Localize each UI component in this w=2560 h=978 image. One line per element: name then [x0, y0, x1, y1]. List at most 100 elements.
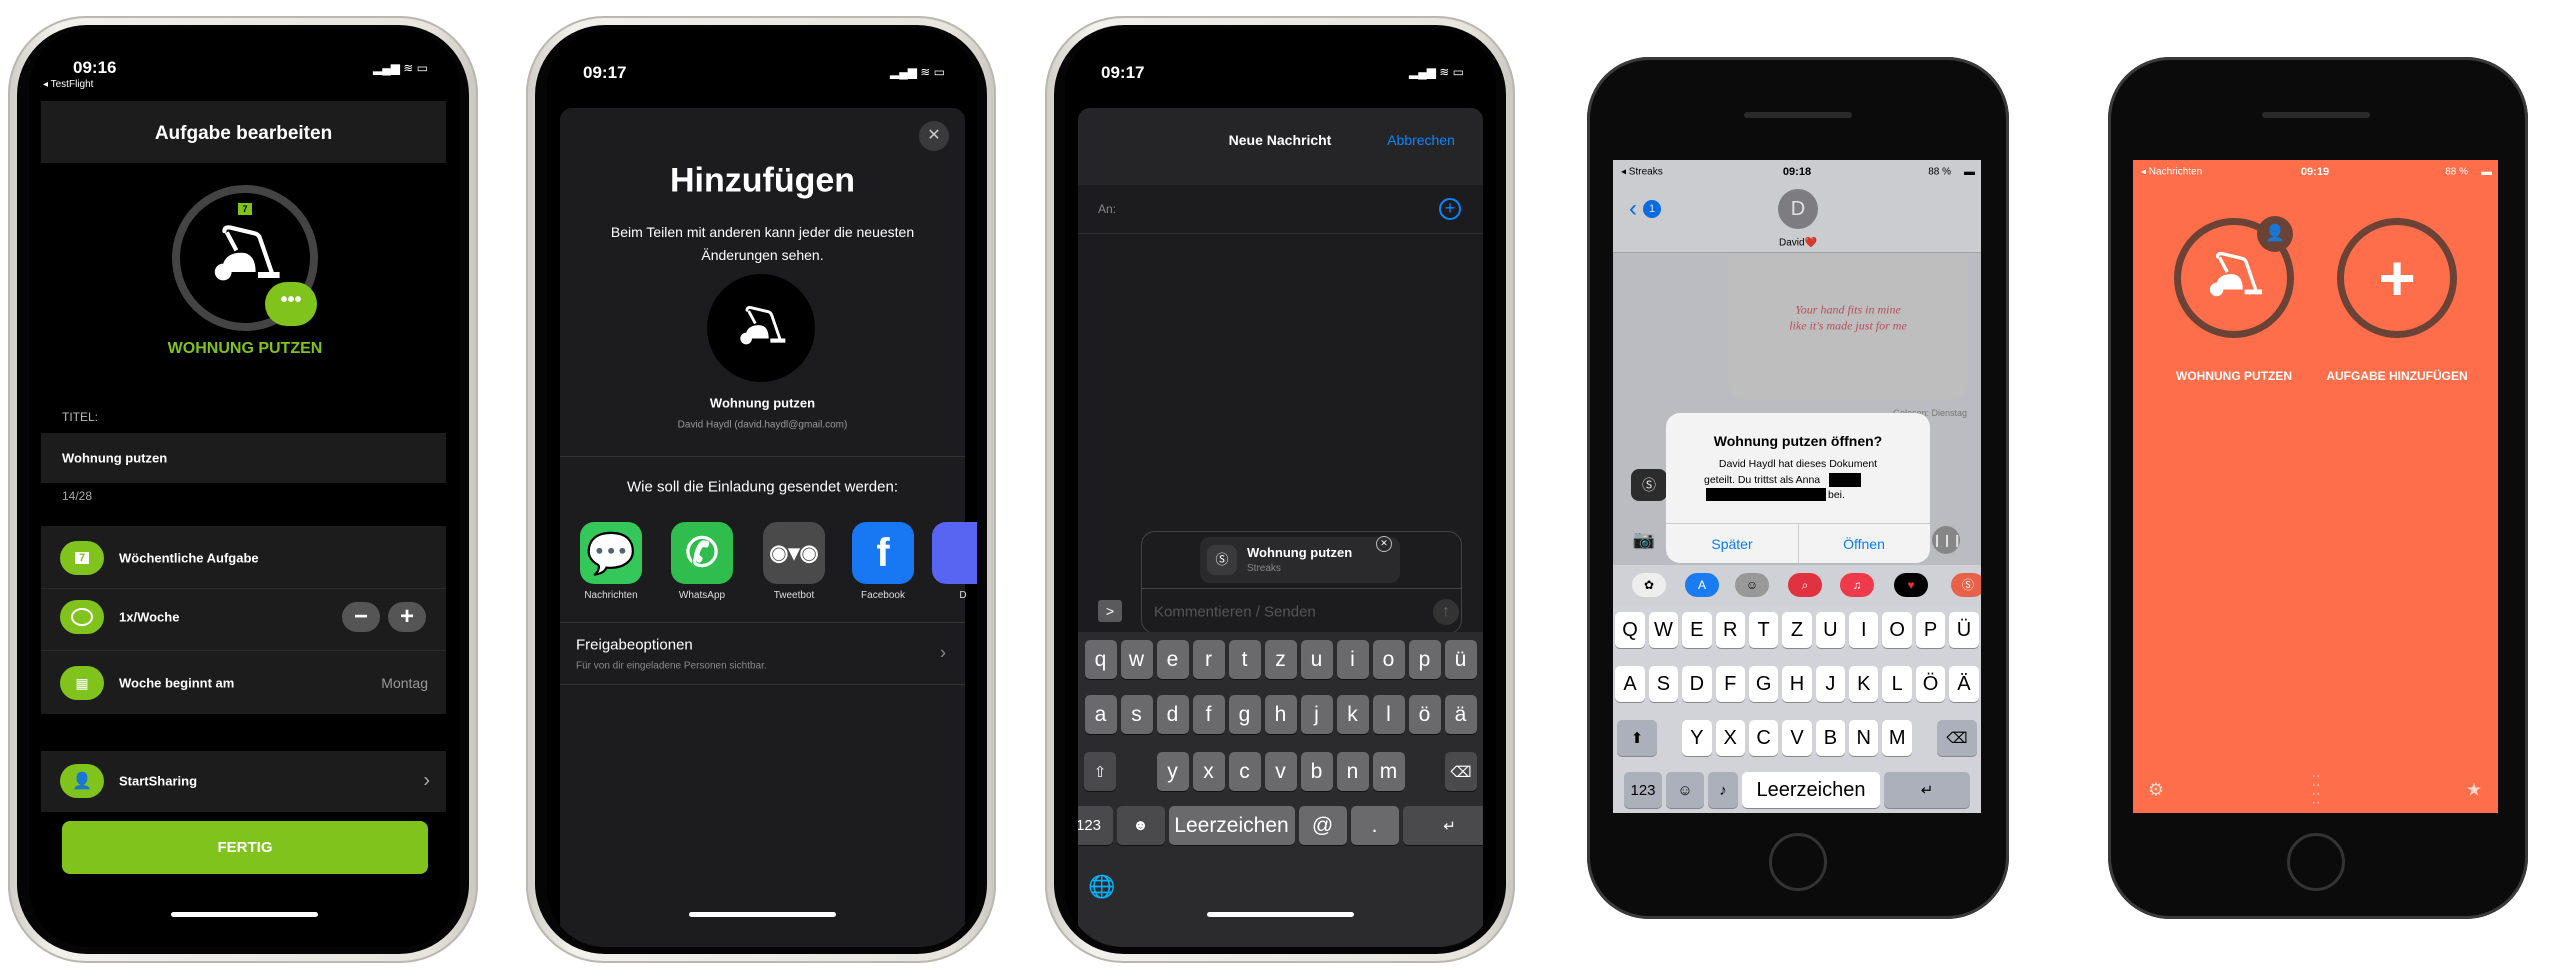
shift-icon[interactable]: ⬆ [1617, 720, 1657, 756]
emoji-icon[interactable]: ☺ [1666, 772, 1704, 808]
memoji-icon[interactable]: ☺ [1735, 573, 1769, 597]
delete-icon[interactable]: ⌫ [1936, 720, 1977, 756]
key-y[interactable]: y [1156, 752, 1189, 791]
key-D[interactable]: D [1682, 666, 1712, 702]
remove-attachment-icon[interactable]: ✕ [1376, 536, 1392, 552]
back-to-messages[interactable]: ◂ Nachrichten [2141, 167, 2202, 178]
key-a[interactable]: a [1084, 695, 1117, 734]
tweetbot-icon[interactable]: ◉▾◉ [763, 522, 825, 584]
at-key[interactable]: @ [1298, 806, 1347, 845]
key-c[interactable]: c [1228, 752, 1261, 791]
add-task-button[interactable]: + [2337, 218, 2457, 338]
key-s[interactable]: s [1120, 695, 1153, 734]
photos-app-icon[interactable]: ✿ [1632, 573, 1666, 597]
more-options-button[interactable]: ••• [265, 282, 317, 326]
key-ö[interactable]: ö [1408, 695, 1441, 734]
messages-icon[interactable]: 💬 [580, 522, 642, 584]
home-indicator[interactable] [1207, 912, 1354, 917]
add-contact-icon[interactable]: + [1439, 198, 1461, 220]
key-A[interactable]: A [1615, 666, 1645, 702]
numbers-key[interactable]: 123 [1078, 806, 1113, 845]
globe-icon[interactable]: 🌐 [1088, 874, 1115, 900]
key-v[interactable]: v [1264, 752, 1297, 791]
message-input-box[interactable]: Ⓢ Wohnung putzen Streaks ✕ Kommentieren … [1141, 531, 1462, 634]
key-d[interactable]: d [1156, 695, 1189, 734]
title-input[interactable]: Wohnung putzen [41, 433, 446, 483]
key-z[interactable]: z [1264, 640, 1297, 679]
space-key[interactable]: Leerzeichen [1742, 772, 1880, 808]
whatsapp-icon[interactable]: ✆ [671, 522, 733, 584]
grid-dots-icon[interactable]: ⁚⁚ ⁚⁚ ⁚⁚ [2309, 774, 2323, 806]
key-Ü[interactable]: Ü [1949, 612, 1979, 648]
key-T[interactable]: T [1748, 612, 1779, 648]
home-indicator[interactable] [171, 912, 318, 917]
key-O[interactable]: O [1882, 612, 1912, 648]
key-I[interactable]: I [1849, 612, 1879, 648]
key-W[interactable]: W [1648, 612, 1679, 648]
key-M[interactable]: M [1882, 720, 1912, 756]
emoji-icon[interactable]: ☻ [1116, 806, 1165, 845]
open-button[interactable]: Öffnen [1843, 536, 1885, 552]
key-ä[interactable]: ä [1444, 695, 1477, 734]
key-t[interactable]: t [1228, 640, 1261, 679]
key-p[interactable]: p [1408, 640, 1441, 679]
close-button[interactable]: ✕ [919, 121, 949, 151]
home-indicator[interactable] [689, 912, 836, 917]
key-k[interactable]: k [1336, 695, 1369, 734]
key-n[interactable]: n [1336, 752, 1369, 791]
key-L[interactable]: L [1882, 666, 1912, 702]
star-icon[interactable]: ★ [2466, 780, 2482, 801]
key-K[interactable]: K [1849, 666, 1879, 702]
done-button[interactable]: FERTIG [62, 821, 428, 874]
key-Ä[interactable]: Ä [1949, 666, 1979, 702]
home-button[interactable] [1769, 833, 1827, 891]
delete-icon[interactable]: ⌫ [1445, 752, 1477, 791]
key-e[interactable]: e [1156, 640, 1189, 679]
key-x[interactable]: x [1192, 752, 1225, 791]
key-F[interactable]: F [1715, 666, 1745, 702]
expand-apps-button[interactable]: > [1098, 600, 1122, 622]
period-key[interactable]: . [1350, 806, 1399, 845]
key-P[interactable]: P [1915, 612, 1946, 648]
key-r[interactable]: r [1192, 640, 1225, 679]
app-store-icon[interactable]: A [1685, 573, 1719, 597]
home-button[interactable] [2287, 833, 2345, 891]
key-B[interactable]: B [1815, 720, 1846, 756]
microphone-icon[interactable]: ♪ [1708, 772, 1738, 808]
key-Y[interactable]: Y [1682, 720, 1712, 756]
key-R[interactable]: R [1715, 612, 1745, 648]
key-b[interactable]: b [1300, 752, 1333, 791]
key-J[interactable]: J [1815, 666, 1846, 702]
key-q[interactable]: q [1084, 640, 1117, 679]
numbers-key[interactable]: 123 [1624, 772, 1662, 808]
music-icon[interactable]: ♫ [1840, 573, 1874, 597]
key-S[interactable]: S [1648, 666, 1679, 702]
key-G[interactable]: G [1748, 666, 1779, 702]
key-Z[interactable]: Z [1782, 612, 1812, 648]
facebook-icon[interactable]: f [852, 522, 914, 584]
key-Ö[interactable]: Ö [1915, 666, 1946, 702]
key-f[interactable]: f [1192, 695, 1225, 734]
key-ü[interactable]: ü [1444, 640, 1477, 679]
cancel-button[interactable]: Abbrechen [1387, 132, 1455, 148]
discord-icon[interactable] [932, 522, 977, 584]
sharing-options-row[interactable]: Freigabeoptionen Für von dir eingeladene… [560, 623, 965, 684]
key-l[interactable]: l [1372, 695, 1405, 734]
key-U[interactable]: U [1815, 612, 1846, 648]
key-o[interactable]: o [1372, 640, 1405, 679]
space-key[interactable]: Leerzeichen [1168, 806, 1295, 845]
settings-gear-icon[interactable]: ⚙ [2148, 780, 2164, 801]
shift-icon[interactable]: ⇧ [1084, 752, 1116, 791]
streaks-app-icon[interactable]: Ⓢ [1951, 573, 1981, 597]
later-button[interactable]: Später [1711, 536, 1752, 552]
key-V[interactable]: V [1782, 720, 1812, 756]
increase-button[interactable]: + [388, 602, 426, 632]
recipient-field[interactable]: An: + [1078, 185, 1483, 233]
start-sharing-row[interactable]: 👤 StartSharing › [41, 751, 446, 812]
send-icon[interactable]: ↑ [1433, 599, 1459, 625]
key-j[interactable]: j [1300, 695, 1333, 734]
key-m[interactable]: m [1372, 752, 1405, 791]
key-E[interactable]: E [1682, 612, 1712, 648]
key-C[interactable]: C [1748, 720, 1779, 756]
key-N[interactable]: N [1849, 720, 1879, 756]
